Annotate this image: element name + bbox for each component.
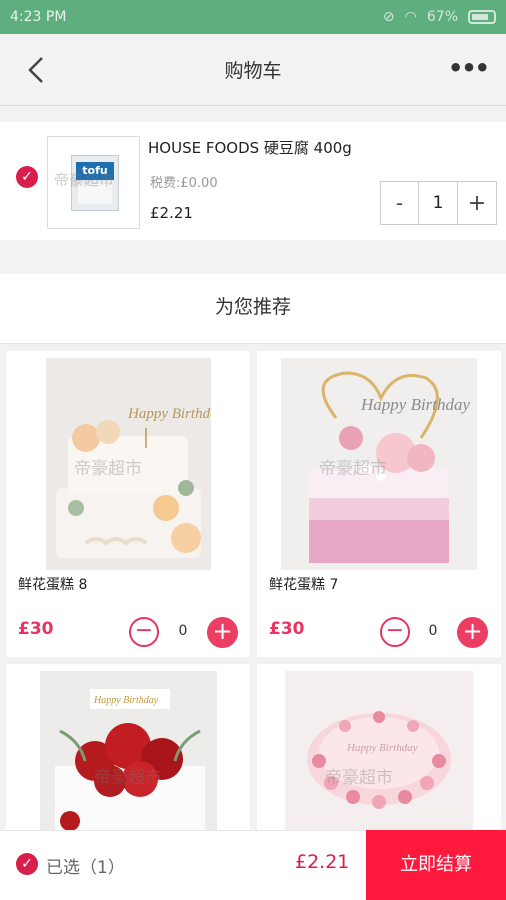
watermark-text: 帝豪超市 [94,768,162,788]
cake-image[interactable]: Happy Birthday 帝豪超市 [285,671,473,830]
item-checked-icon[interactable]: ✓ [16,166,38,188]
checkout-button[interactable]: 立即结算 [366,830,506,900]
cake-topper-text: Happy Birthday [346,742,418,754]
battery-icon [468,10,496,24]
more-icon[interactable]: ••• [448,56,490,84]
recommend-header: 为您推荐 [0,274,506,344]
cake-topper-text: Happy Birthday [127,406,211,422]
recommend-minus-button[interactable]: − [380,617,410,647]
recommend-quantity: 0 [178,623,188,639]
page-title: 购物车 [224,60,282,82]
cake-image[interactable]: Happy Birthday 帝豪超市 [46,358,211,570]
cake-topper-text: Happy Birthday [360,395,471,414]
decrease-quantity-button[interactable]: - [381,182,419,224]
recommend-quantity: 0 [428,623,438,639]
status-bar: 4:23 PM ⊘ ◠ 67% [0,0,506,34]
watermark-text: 帝豪超市 [54,171,115,189]
status-time: 4:23 PM [10,9,67,25]
product-name[interactable]: HOUSE FOODS 硬豆腐 400g [148,137,352,158]
recommend-plus-button[interactable]: + [207,617,238,648]
select-all-checked-icon[interactable]: ✓ [16,853,38,875]
wifi-icon: ◠ [404,9,417,25]
product-image[interactable]: tofu 帝豪超市 [47,136,140,229]
cake-image[interactable]: Happy Birthday 帝豪超市 [281,358,477,570]
recommend-plus-button[interactable]: + [457,617,488,648]
cake-image[interactable]: Happy Birthday 帝豪超市 [40,671,217,830]
recommend-minus-button[interactable]: − [129,617,159,647]
watermark-text: 帝豪超市 [74,459,142,479]
total-price: £2.21 [295,851,350,873]
alarm-icon: ⊘ [382,9,395,25]
increase-quantity-button[interactable]: + [458,182,496,224]
nav-bar: 购物车 ••• [0,34,506,106]
watermark-text: 帝豪超市 [319,459,387,479]
recommend-item-name[interactable]: 鲜花蛋糕 8 [18,574,87,594]
recommend-item-price: £30 [18,619,54,639]
recommend-item-price: £30 [269,619,305,639]
product-tax: 税费:£0.00 [150,176,218,191]
status-indicators: ⊘ ◠ 67% [383,9,496,25]
quantity-value[interactable]: 1 [419,182,458,224]
quantity-stepper: - 1 + [380,181,497,225]
battery-level: 67% [426,9,458,25]
watermark-text: 帝豪超市 [325,768,393,788]
cake-topper-text: Happy Birthday [93,695,159,706]
recommend-item-name[interactable]: 鲜花蛋糕 7 [269,574,338,594]
product-price: £2.21 [150,204,193,222]
selected-count[interactable]: 已选（1） [46,853,125,878]
